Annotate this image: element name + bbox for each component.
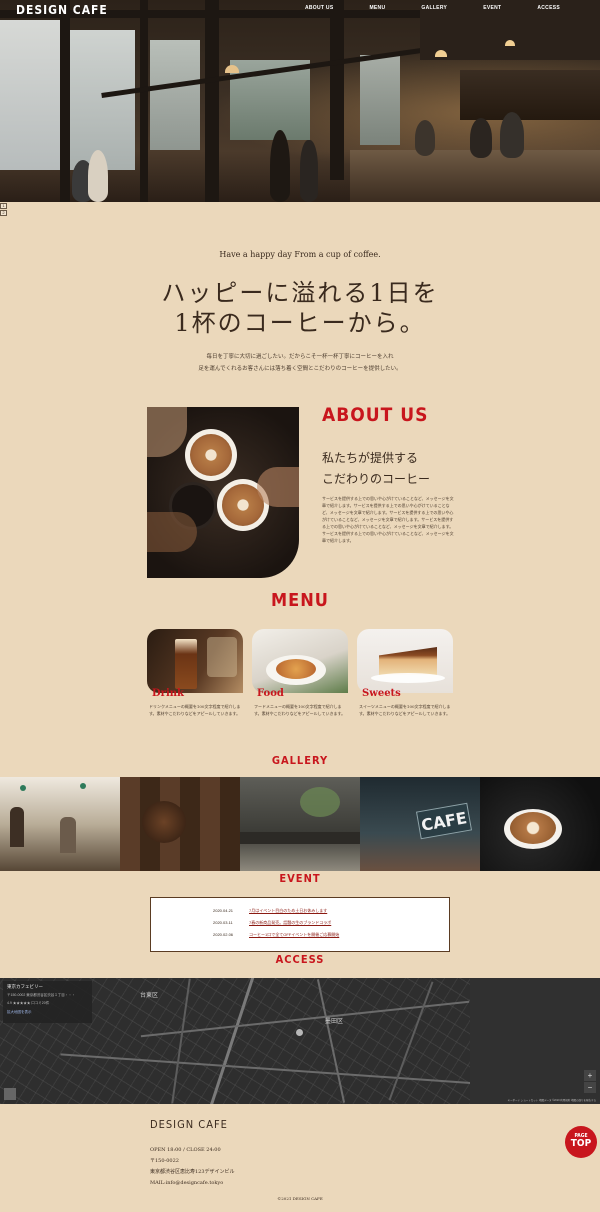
event-link[interactable]: コーヒー1口で全てOFFイベントを開催ご応募開始 [249,932,339,937]
map-pegman-icon[interactable] [4,1088,16,1100]
page-top-button[interactable]: PAGE TOP [565,1126,597,1158]
about-subtitle: 私たちが提供する こだわりのコーヒー [322,448,430,490]
map-pin-icon[interactable] [296,1029,303,1036]
headline-line-2: 1杯のコーヒーから。 [174,309,426,337]
event-item: 2020.02.06 コーヒー1口で全てOFFイベントを開催ご応募開始 [213,932,339,938]
gallery-image-5[interactable] [480,777,600,871]
map-attribution: キーボード ショートカット 地図データ ©2020 利用規約 地図の誤りを報告す… [507,1099,596,1102]
map-place-rating: 4.9 ★★★★★ 口コミ20件 [7,1001,50,1005]
sweets-image [357,629,453,693]
map-label: 墨田区 [325,1019,344,1025]
drink-desc: ドリンクメニューの概要を100文字程度で紹介します。素材やこだわりなどをアピール… [149,704,241,716]
map-zoom-controls: + − [584,1070,596,1094]
map-place-address: 〒150-0002 東京都渋谷区渋谷１丁目・・・ [7,993,76,997]
zoom-in-button[interactable]: + [584,1070,596,1081]
drink-image [147,629,243,693]
menu-card-food[interactable]: Food フードメニューの概要を100文字程度で紹介します。素材やこだわりなどを… [252,629,348,717]
menu-card-sweets[interactable]: Sweets スイーツメニューの概要を100文字程度で紹介します。素材やこだわり… [357,629,453,717]
cafe-sign: CAFE [415,802,473,840]
zoom-out-button[interactable]: − [584,1082,596,1093]
event-link[interactable]: 7春の新商品発売。話題の生のブランドコラボ [249,920,331,925]
map-larger-link[interactable]: 拡大地図を表示 [7,1010,88,1015]
nav-event[interactable]: EVENT [483,5,501,11]
footer-address: 東京都渋谷区恵比寿123デザインビル [150,1169,235,1175]
nav-gallery[interactable]: GALLERY [421,5,447,11]
event-date: 2020.04.21 [213,908,234,913]
map-place-name: 東京カフェビリー [7,984,43,989]
gallery-title: GALLERY [271,754,329,767]
about-subtitle-line-1: 私たちが提供する [322,451,419,465]
event-date: 2020.02.06 [213,932,234,937]
event-list: 2020.04.21 7月はイベント目白のため土日お休みします 2020.03.1… [150,897,450,952]
nav-menu[interactable]: MENU [369,5,385,11]
about-coffee-image [147,407,299,578]
main-nav: ABOUT US MENU GALLERY EVENT ACCESS [269,5,560,11]
gallery-image-2[interactable] [120,777,240,871]
gallery-image-3[interactable] [240,777,360,871]
sweets-desc: スイーツメニューの概要を100文字程度で紹介します。素材やこだわりなどをアピール… [359,704,451,716]
nav-access[interactable]: ACCESS [537,5,560,11]
about-subtitle-line-2: こだわりのコーヒー [322,472,431,486]
access-title: ACCESS [275,953,325,966]
food-name: Food [257,688,284,699]
menu-title: MENU [271,590,329,611]
nav-about[interactable]: ABOUT US [305,5,334,11]
pager-2[interactable]: 2 [0,210,7,216]
footer-info: OPEN 18:00 / CLOSE 24:00 〒150-0022 東京都渋谷… [150,1145,235,1189]
intro-text: 毎日を丁寧に大切に過ごしたい。だからこそ一杯一杯丁寧にコーヒーを入れ 足を運んで… [0,351,600,375]
map-info-card: 東京カフェビリー 〒150-0002 東京都渋谷区渋谷１丁目・・・ 4.9 ★★… [3,981,92,1023]
event-item: 2020.04.21 7月はイベント目白のため土日お休みします [213,908,327,914]
footer-zip: 〒150-0022 [150,1158,179,1164]
footer-mail: MAIL:info@designcafe.tokyo [150,1180,224,1186]
hero-image [0,0,600,202]
footer-logo[interactable]: DESIGN CAFE [150,1118,228,1131]
sweets-name: Sweets [362,688,401,699]
map-label: 台東区 [140,993,159,999]
gallery-image-1[interactable] [0,777,120,871]
about-body: サービスを提供する上での思いや心がけていることなど、メッセージを文章で紹介します… [322,496,454,543]
tagline: Have a happy day From a cup of coffee. [219,250,381,259]
event-date: 2020.03.11 [213,920,233,925]
event-title: EVENT [279,872,321,885]
menu-card-drink[interactable]: Drink ドリンクメニューの概要を100文字程度で紹介します。素材やこだわりな… [147,629,243,717]
food-image [252,629,348,693]
slide-pager: 1 2 [0,203,7,217]
event-item: 2020.03.11 7春の新商品発売。話題の生のブランドコラボ [213,920,331,926]
headline-line-1: ハッピーに溢れる1日を [161,279,439,307]
gallery-strip: CAFE [0,777,600,871]
pager-1[interactable]: 1 [0,203,7,209]
event-link[interactable]: 7月はイベント目白のため土日お休みします [249,908,327,913]
footer-hours: OPEN 18:00 / CLOSE 24:00 [150,1147,221,1153]
gallery-image-4[interactable]: CAFE [360,777,480,871]
drink-name: Drink [152,688,184,699]
intro-line-1: 毎日を丁寧に大切に過ごしたい。だからこそ一杯一杯丁寧にコーヒーを入れ [206,354,394,360]
page-top-label-2: TOP [570,1138,592,1149]
site-logo[interactable]: DESIGN CAFE [16,3,108,17]
intro-line-2: 足を運んでくれるお客さんには落ち着く空間とこだわりのコーヒーを提供したい。 [198,366,402,372]
about-title: ABOUT US [322,404,429,426]
food-desc: フードメニューの概要を100文字程度で紹介します。素材やこだわりなどをアピールし… [254,704,346,716]
copyright: ©2021 DESIGN CAFE [277,1196,323,1201]
main-headline: ハッピーに溢れる1日を 1杯のコーヒーから。 [0,278,600,338]
